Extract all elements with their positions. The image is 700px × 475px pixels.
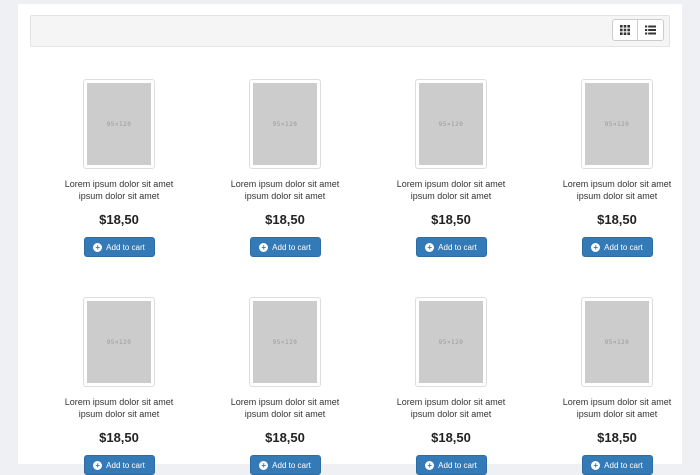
plus-circle-icon: +	[259, 242, 269, 252]
product-card: 95×120 Lorem ipsum dolor sit amet ipsum …	[44, 79, 194, 257]
product-panel: 95×120 Lorem ipsum dolor sit amet ipsum …	[18, 4, 682, 475]
placeholder-size-label: 95×120	[438, 338, 464, 346]
product-thumbnail[interactable]: 95×120	[83, 79, 155, 169]
add-to-cart-label: Add to cart	[272, 242, 311, 252]
placeholder-image: 95×120	[87, 83, 151, 165]
view-toolbar	[30, 15, 670, 47]
product-name-line: Lorem ipsum dolor sit amet	[230, 179, 340, 189]
product-name-line: ipsum dolor sit amet	[78, 191, 160, 201]
product-thumbnail[interactable]: 95×120	[415, 297, 487, 387]
placeholder-image: 95×120	[87, 301, 151, 383]
plus-circle-icon: +	[93, 242, 103, 252]
add-to-cart-button[interactable]: + Add to cart	[83, 455, 155, 475]
add-to-cart-label: Add to cart	[438, 460, 477, 470]
product-name[interactable]: Lorem ipsum dolor sit amet ipsum dolor s…	[542, 178, 692, 202]
product-price: $18,50	[99, 212, 139, 227]
list-view-button[interactable]	[638, 19, 664, 41]
grid-icon	[620, 25, 630, 35]
grid-view-button[interactable]	[612, 19, 638, 41]
product-name[interactable]: Lorem ipsum dolor sit amet ipsum dolor s…	[376, 178, 526, 202]
plus-circle-icon: +	[591, 460, 601, 470]
product-price: $18,50	[597, 212, 637, 227]
product-name[interactable]: Lorem ipsum dolor sit amet ipsum dolor s…	[210, 396, 360, 420]
product-price: $18,50	[99, 430, 139, 445]
list-icon	[645, 25, 656, 35]
product-price: $18,50	[265, 212, 305, 227]
product-card: 95×120 Lorem ipsum dolor sit amet ipsum …	[542, 79, 692, 257]
product-name[interactable]: Lorem ipsum dolor sit amet ipsum dolor s…	[542, 396, 692, 420]
placeholder-size-label: 95×120	[272, 338, 298, 346]
placeholder-image: 95×120	[585, 83, 649, 165]
product-name-line: Lorem ipsum dolor sit amet	[396, 397, 506, 407]
product-card: 95×120 Lorem ipsum dolor sit amet ipsum …	[376, 79, 526, 257]
product-name-line: Lorem ipsum dolor sit amet	[562, 179, 672, 189]
product-price: $18,50	[265, 430, 305, 445]
placeholder-size-label: 95×120	[106, 120, 132, 128]
add-to-cart-label: Add to cart	[106, 460, 145, 470]
add-to-cart-label: Add to cart	[272, 460, 311, 470]
product-name[interactable]: Lorem ipsum dolor sit amet ipsum dolor s…	[210, 178, 360, 202]
placeholder-image: 95×120	[253, 83, 317, 165]
add-to-cart-button[interactable]: + Add to cart	[581, 455, 653, 475]
product-price: $18,50	[431, 212, 471, 227]
product-thumbnail[interactable]: 95×120	[581, 297, 653, 387]
product-thumbnail[interactable]: 95×120	[415, 79, 487, 169]
add-to-cart-button[interactable]: + Add to cart	[415, 455, 487, 475]
product-name-line: ipsum dolor sit amet	[410, 191, 492, 201]
placeholder-size-label: 95×120	[272, 120, 298, 128]
plus-circle-icon: +	[425, 460, 435, 470]
product-thumbnail[interactable]: 95×120	[249, 79, 321, 169]
product-thumbnail[interactable]: 95×120	[581, 79, 653, 169]
plus-circle-icon: +	[93, 460, 103, 470]
product-name-line: Lorem ipsum dolor sit amet	[396, 179, 506, 189]
add-to-cart-button[interactable]: + Add to cart	[415, 237, 487, 257]
plus-circle-icon: +	[591, 242, 601, 252]
product-name-line: ipsum dolor sit amet	[576, 409, 658, 419]
view-toggle-group	[612, 19, 664, 41]
placeholder-image: 95×120	[419, 83, 483, 165]
product-name-line: ipsum dolor sit amet	[244, 191, 326, 201]
product-name[interactable]: Lorem ipsum dolor sit amet ipsum dolor s…	[376, 396, 526, 420]
add-to-cart-button[interactable]: + Add to cart	[249, 237, 321, 257]
product-name-line: ipsum dolor sit amet	[78, 409, 160, 419]
product-thumbnail[interactable]: 95×120	[83, 297, 155, 387]
product-price: $18,50	[431, 430, 471, 445]
product-name-line: ipsum dolor sit amet	[576, 191, 658, 201]
add-to-cart-button[interactable]: + Add to cart	[83, 237, 155, 257]
add-to-cart-label: Add to cart	[438, 242, 477, 252]
product-name-line: Lorem ipsum dolor sit amet	[230, 397, 340, 407]
add-to-cart-label: Add to cart	[604, 460, 643, 470]
product-price: $18,50	[597, 430, 637, 445]
product-name-line: ipsum dolor sit amet	[410, 409, 492, 419]
product-name-line: Lorem ipsum dolor sit amet	[64, 397, 174, 407]
placeholder-size-label: 95×120	[604, 120, 630, 128]
product-name[interactable]: Lorem ipsum dolor sit amet ipsum dolor s…	[44, 178, 194, 202]
product-card: 95×120 Lorem ipsum dolor sit amet ipsum …	[44, 297, 194, 475]
placeholder-size-label: 95×120	[106, 338, 132, 346]
product-card: 95×120 Lorem ipsum dolor sit amet ipsum …	[210, 297, 360, 475]
placeholder-image: 95×120	[419, 301, 483, 383]
placeholder-image: 95×120	[585, 301, 649, 383]
plus-circle-icon: +	[425, 242, 435, 252]
add-to-cart-label: Add to cart	[604, 242, 643, 252]
add-to-cart-button[interactable]: + Add to cart	[249, 455, 321, 475]
product-thumbnail[interactable]: 95×120	[249, 297, 321, 387]
placeholder-size-label: 95×120	[438, 120, 464, 128]
add-to-cart-button[interactable]: + Add to cart	[581, 237, 653, 257]
product-card: 95×120 Lorem ipsum dolor sit amet ipsum …	[542, 297, 692, 475]
product-name-line: Lorem ipsum dolor sit amet	[64, 179, 174, 189]
product-name[interactable]: Lorem ipsum dolor sit amet ipsum dolor s…	[44, 396, 194, 420]
product-name-line: Lorem ipsum dolor sit amet	[562, 397, 672, 407]
product-card: 95×120 Lorem ipsum dolor sit amet ipsum …	[210, 79, 360, 257]
add-to-cart-label: Add to cart	[106, 242, 145, 252]
placeholder-size-label: 95×120	[604, 338, 630, 346]
product-card: 95×120 Lorem ipsum dolor sit amet ipsum …	[376, 297, 526, 475]
placeholder-image: 95×120	[253, 301, 317, 383]
plus-circle-icon: +	[259, 460, 269, 470]
product-name-line: ipsum dolor sit amet	[244, 409, 326, 419]
